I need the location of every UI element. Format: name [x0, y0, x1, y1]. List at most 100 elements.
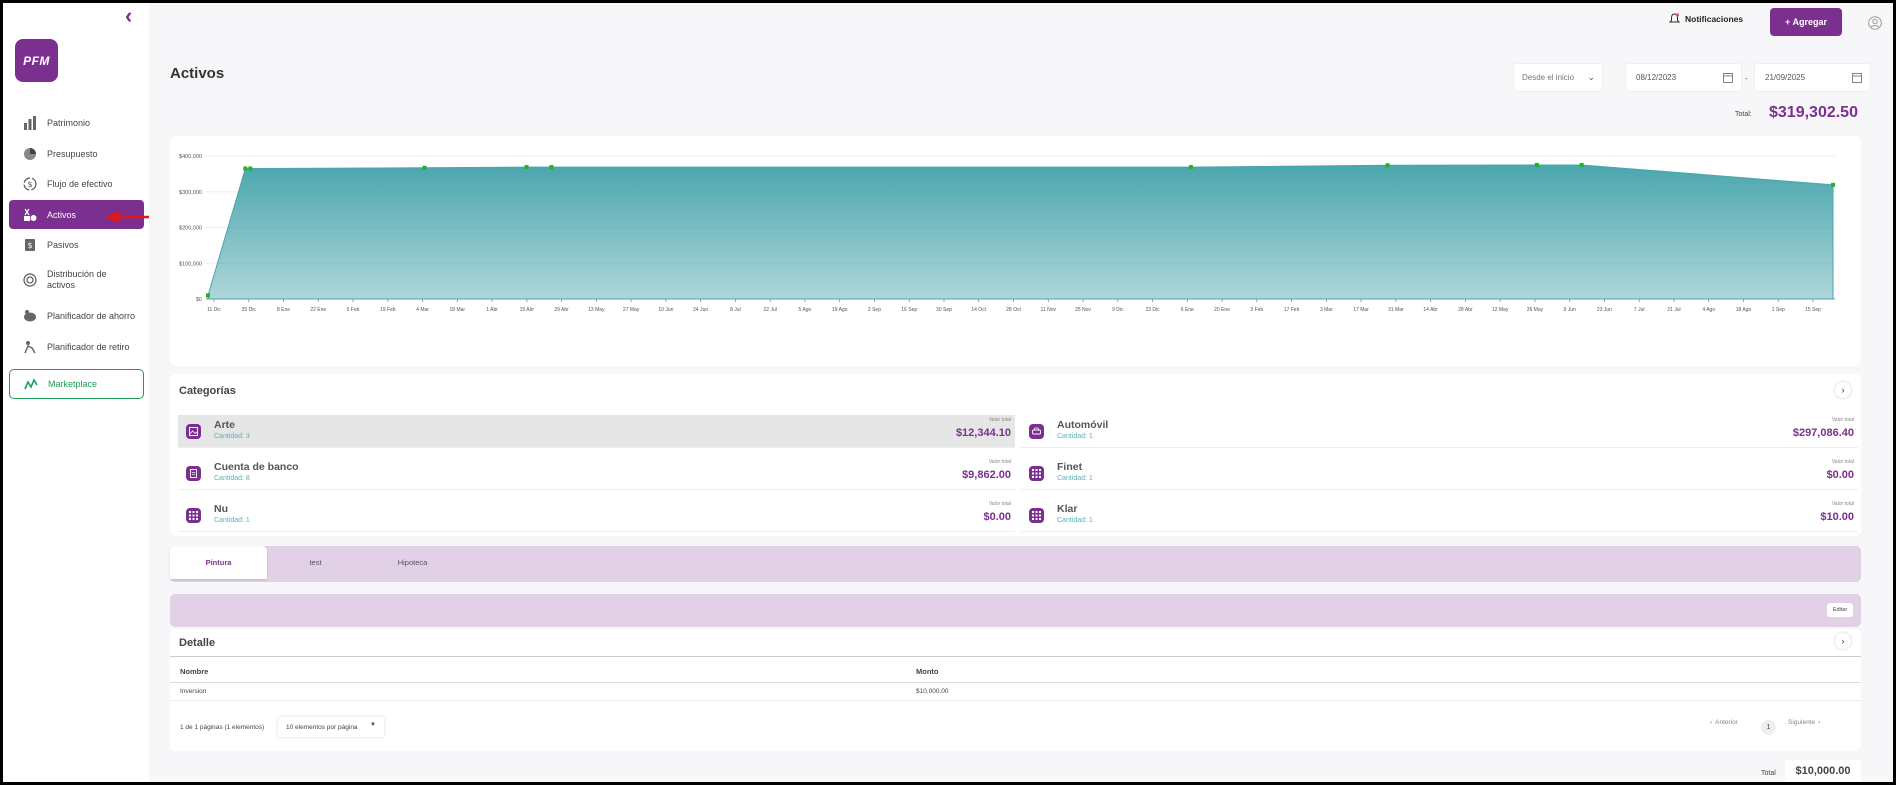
sidebar-item-distribucion[interactable]: Distribución de activos: [9, 263, 144, 297]
x-tick-label: 15 Abr: [520, 307, 535, 313]
x-tick-label: 6 Ene: [1181, 307, 1194, 313]
x-tick-label: 13 May: [588, 307, 605, 313]
y-tick-label: $200,000: [179, 226, 202, 232]
category-value: $10.00: [1820, 511, 1854, 523]
sidebar-item-retiro[interactable]: Planificador de retiro: [9, 332, 144, 361]
sidebar-item-label: Activos: [47, 209, 77, 220]
x-tick-label: 1 Abr: [486, 307, 498, 313]
calendar-icon[interactable]: [1852, 72, 1862, 83]
topbar: Notificaciones + Agregar: [149, 3, 1893, 45]
category-cuenta-de-banco[interactable]: Cuenta de banco Cantidad: 8 Valor total …: [178, 457, 1015, 490]
data-point: [549, 165, 554, 170]
x-tick-label: 8 Ene: [277, 307, 290, 313]
svg-text:$: $: [27, 241, 32, 250]
asset-tabs: Pintura test Hipoteca: [170, 546, 1861, 582]
category-count: Cantidad: 3: [214, 433, 250, 440]
x-tick-label: 18 Ago: [1736, 307, 1752, 313]
cell-nombre: Inversion: [180, 688, 207, 695]
range-select-value: Desde el inicio: [1522, 73, 1575, 82]
category-value: $297,086.40: [1792, 427, 1854, 439]
x-tick-label: 27 May: [623, 307, 640, 313]
detail-title: Detalle: [179, 637, 216, 649]
x-tick-label: 19 Feb: [380, 307, 396, 313]
category-value: $0.00: [983, 511, 1011, 523]
tab-test[interactable]: test: [267, 546, 364, 579]
column-nombre[interactable]: Nombre: [180, 667, 208, 676]
user-avatar-icon[interactable]: [1868, 16, 1882, 30]
sidebar-item-flujo[interactable]: $ Flujo de efectivo: [9, 169, 144, 198]
category-finet[interactable]: Finet Cantidad: 1 Valor total $0.00: [1021, 457, 1858, 490]
categories-expand-icon[interactable]: ›: [1835, 382, 1851, 398]
tab-hipoteca[interactable]: Hipoteca: [364, 546, 461, 579]
sidebar-item-marketplace[interactable]: Marketplace: [9, 369, 144, 399]
sidebar-item-label: Patrimonio: [47, 117, 91, 128]
grid-icon: [1029, 466, 1044, 481]
table-row[interactable]: Inversion $10,000.00: [170, 683, 1861, 701]
category-nu[interactable]: Nu Cantidad: 1 Valor total $0.00: [178, 499, 1015, 532]
x-tick-label: 25 Dic: [242, 307, 257, 313]
dollar-cycle-icon: $: [23, 176, 37, 191]
x-tick-label: 4 Mar: [416, 307, 429, 313]
category-count: Cantidad: 1: [1057, 517, 1093, 524]
category-klar[interactable]: Klar Cantidad: 1 Valor total $10.00: [1021, 499, 1858, 532]
category-arte[interactable]: Arte Cantidad: 3 Valor total $12,344.10: [178, 415, 1015, 448]
prev-page-button[interactable]: ‹ Anterior: [1710, 719, 1738, 726]
sidebar-item-ahorro[interactable]: Planificador de ahorro: [9, 301, 144, 330]
collapse-sidebar-icon[interactable]: ‹: [125, 5, 145, 28]
notifications-button[interactable]: Notificaciones: [1669, 13, 1743, 24]
categories-card: Categorías › Arte Cantidad: 3 Valor tota…: [170, 374, 1861, 536]
sidebar-item-patrimonio[interactable]: Patrimonio: [9, 108, 144, 137]
add-button[interactable]: + Agregar: [1770, 8, 1842, 36]
x-tick-label: 28 Abr: [1458, 307, 1473, 313]
app-window: ‹ PFM Patrimonio Presupuesto $ Flujo de …: [3, 3, 1893, 782]
date-from-value: 08/12/2023: [1636, 73, 1677, 82]
date-from-field[interactable]: 08/12/2023: [1625, 63, 1742, 92]
page-number[interactable]: 1: [1761, 720, 1776, 735]
sidebar-item-presupuesto[interactable]: Presupuesto: [9, 139, 144, 168]
category-name: Automóvil: [1057, 419, 1109, 431]
x-tick-label: 21 Jul: [1667, 307, 1680, 313]
sidebar-item-pasivos[interactable]: $ Pasivos: [9, 230, 144, 259]
table-header: Nombre Monto: [170, 656, 1861, 683]
grid-icon: [186, 508, 201, 523]
category-value: $9,862.00: [962, 469, 1011, 481]
y-tick-label: $0: [196, 297, 202, 303]
category-name: Klar: [1057, 503, 1078, 515]
x-tick-label: 25 Nov: [1075, 307, 1091, 313]
calendar-icon[interactable]: [1723, 72, 1733, 83]
x-tick-label: 22 Jul: [764, 307, 777, 313]
x-tick-label: 29 Abr: [554, 307, 569, 313]
category-value-label: Valor total: [1831, 459, 1854, 465]
data-point: [206, 293, 210, 298]
x-tick-label: 14 Abr: [1423, 307, 1438, 313]
x-tick-label: 23 Dic: [1145, 307, 1160, 313]
date-to-field[interactable]: 21/09/2025: [1754, 63, 1871, 92]
assets-icon: [23, 208, 37, 222]
logo[interactable]: PFM: [15, 39, 58, 82]
data-point: [1534, 162, 1539, 167]
cell-monto: $10,000.00: [916, 688, 949, 695]
range-select[interactable]: Desde el inicio ⌄: [1513, 63, 1603, 92]
x-tick-label: 1 Sep: [1772, 307, 1785, 313]
category-value-label: Valor total: [988, 417, 1011, 423]
data-point: [248, 166, 253, 171]
y-tick-label: $300,000: [179, 190, 202, 196]
car-icon: [1029, 424, 1044, 439]
assets-chart-card: $0 $100,000 $200,000 $300,000 $400,000 11 Dic…: [170, 136, 1861, 366]
x-tick-label: 28 Oct: [1006, 307, 1021, 313]
category-automovil[interactable]: Automóvil Cantidad: 1 Valor total $297,0…: [1021, 415, 1858, 448]
data-point: [243, 166, 248, 171]
x-tick-label: 16 Sep: [901, 307, 917, 313]
sidebar-item-label: Distribución de activos: [47, 269, 107, 290]
detail-expand-icon[interactable]: ›: [1835, 633, 1851, 649]
x-tick-label: 18 Mar: [450, 307, 466, 313]
category-count: Cantidad: 1: [214, 517, 250, 524]
next-page-button[interactable]: Siguiente ›: [1788, 719, 1820, 726]
svg-text:$: $: [27, 180, 32, 189]
edit-button[interactable]: Editar: [1827, 603, 1853, 617]
category-name: Finet: [1057, 461, 1083, 473]
column-monto[interactable]: Monto: [916, 667, 939, 676]
x-tick-label: 30 Sep: [936, 307, 952, 313]
per-page-select[interactable]: 10 elementos por página ▼: [278, 717, 384, 737]
tab-pintura[interactable]: Pintura: [170, 546, 267, 579]
